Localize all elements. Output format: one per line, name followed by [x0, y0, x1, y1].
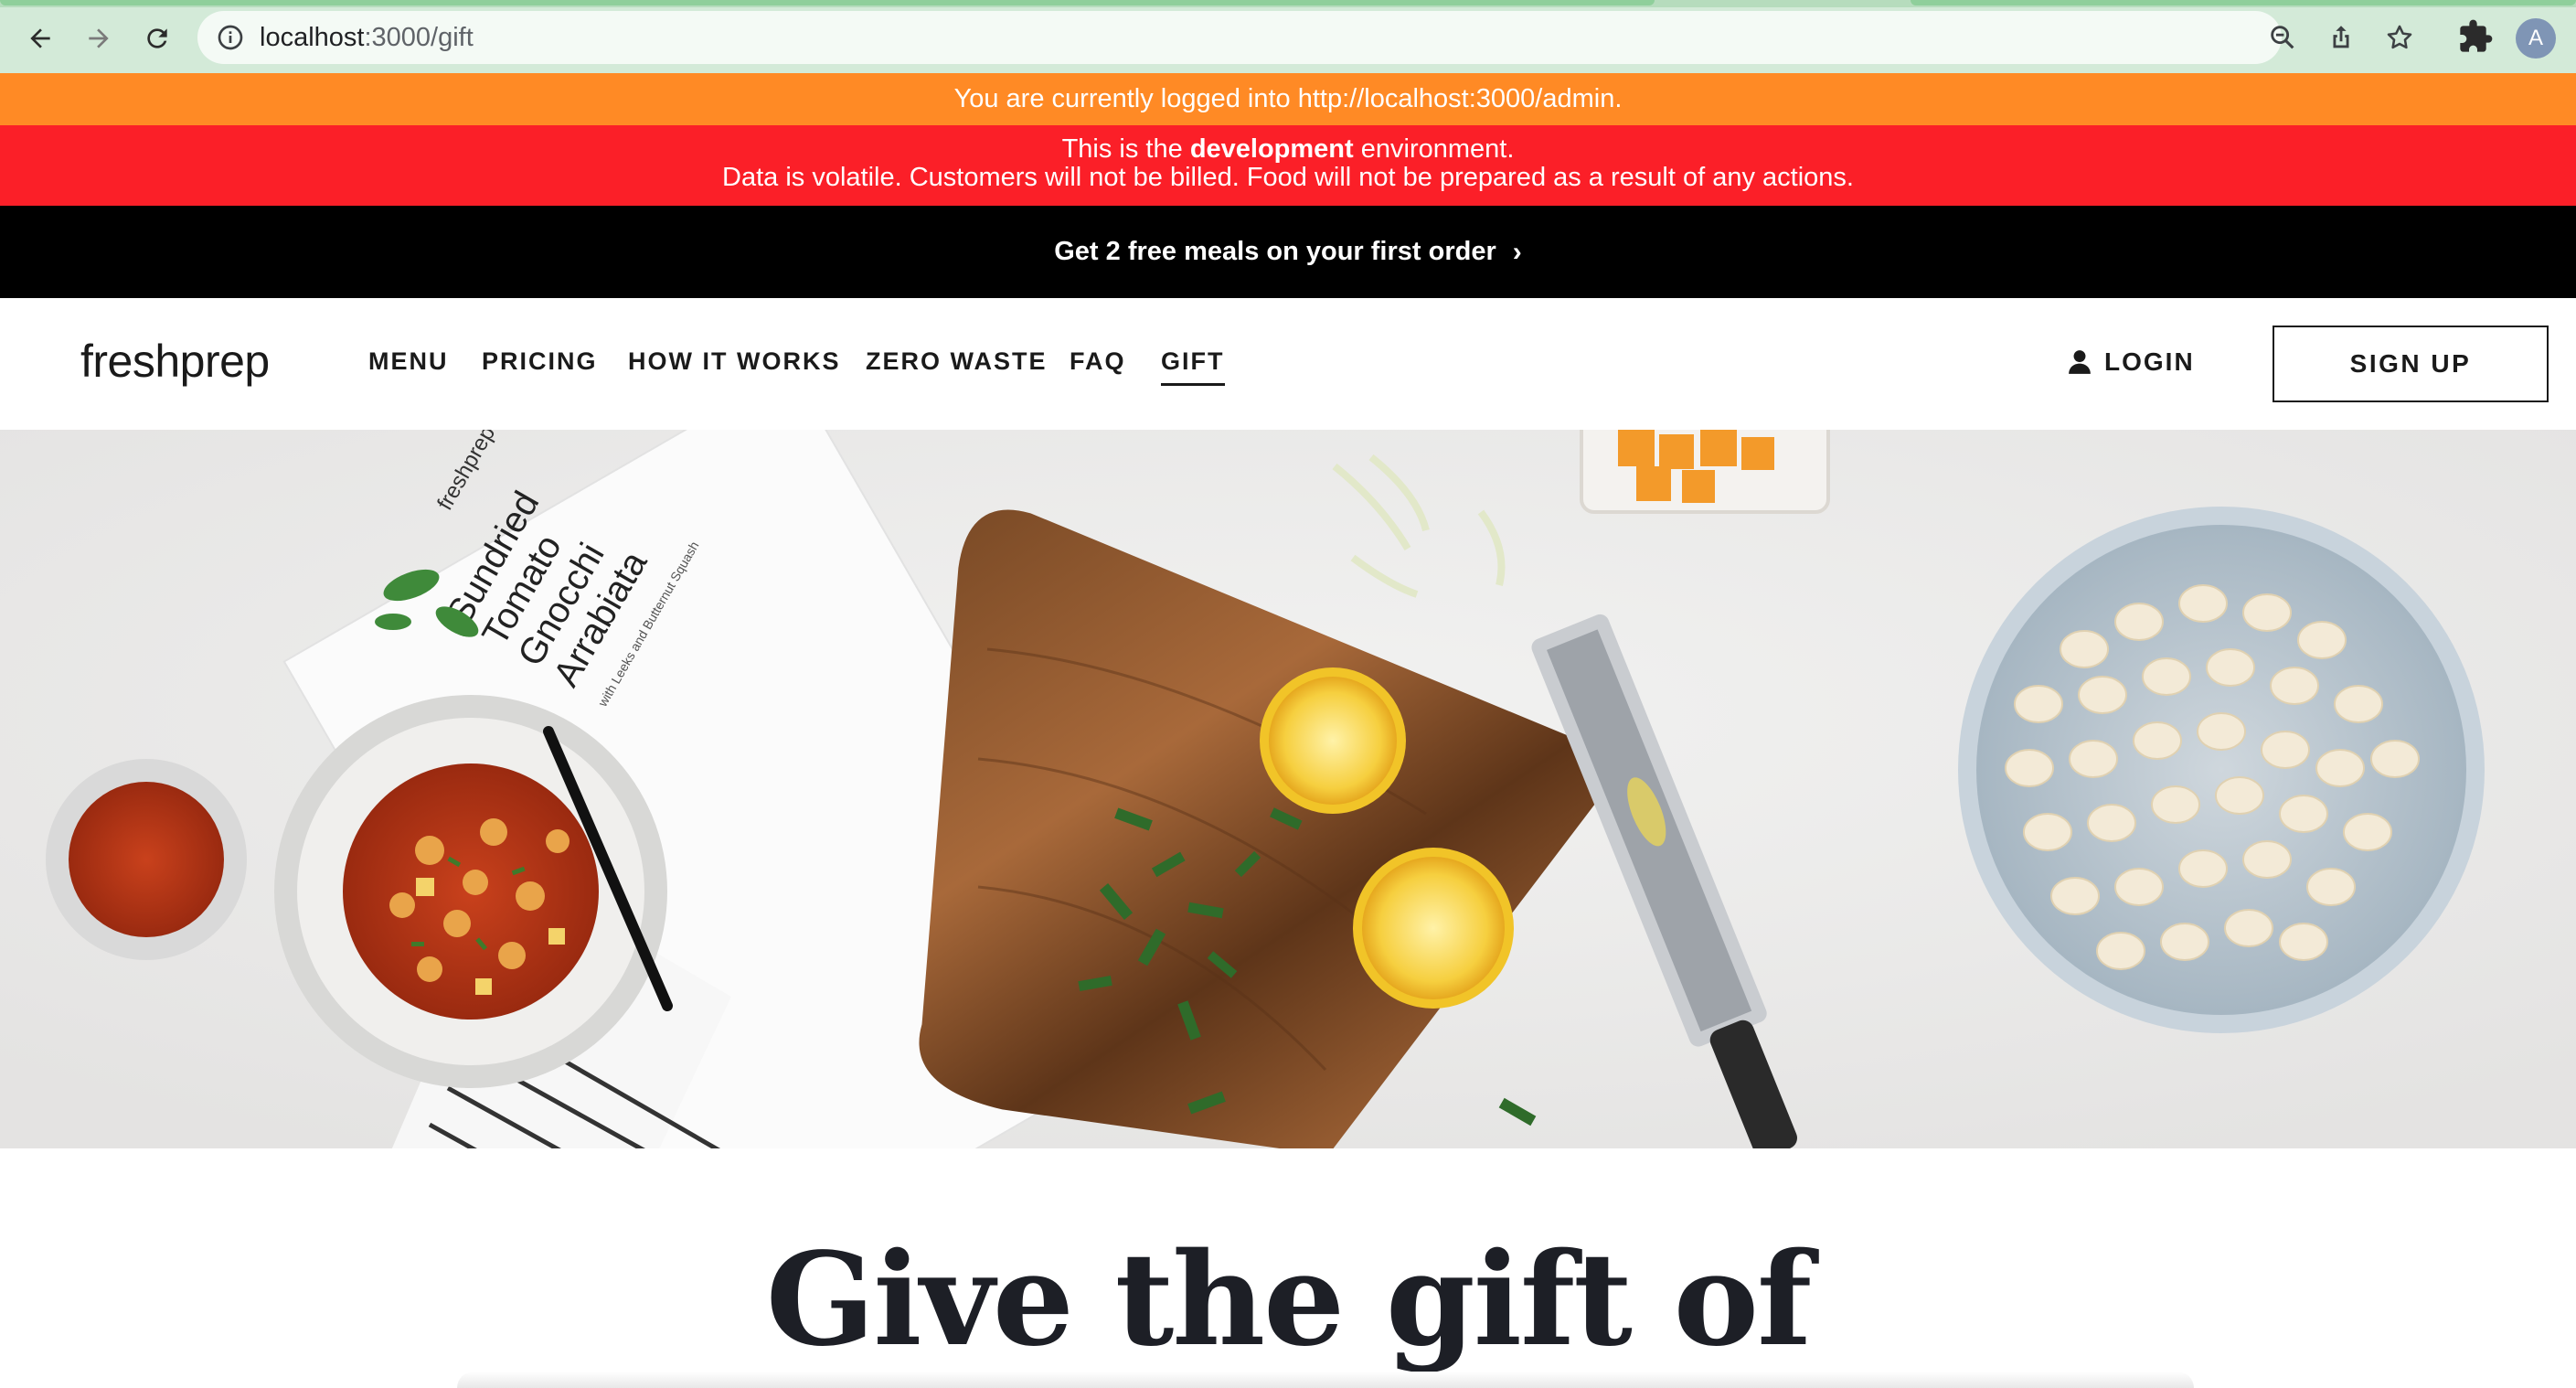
sign-up-button[interactable]: SIGN UP — [2273, 326, 2549, 402]
address-bar[interactable]: localhost:3000/gift — [197, 11, 2412, 64]
nav-faq[interactable]: FAQ — [1070, 347, 1126, 376]
environment-name: development — [1189, 134, 1354, 164]
profile-avatar[interactable]: A — [2516, 18, 2556, 59]
reload-icon — [147, 28, 167, 48]
nav-pricing[interactable]: PRICING — [482, 347, 598, 376]
tab-indicator — [0, 0, 1655, 5]
hero-image: freshprep Sundried Tomato Gnocchi Arrabi… — [0, 430, 2576, 1148]
tab-strip — [0, 0, 2576, 7]
nav-zero-waste[interactable]: ZERO WASTE — [866, 347, 1048, 376]
extensions-icon[interactable] — [2457, 18, 2494, 55]
url-text[interactable]: localhost:3000/gift — [260, 23, 474, 52]
squash-container — [1580, 430, 1830, 514]
back-button[interactable] — [18, 16, 62, 60]
url-path: :3000/gift — [364, 23, 474, 52]
browser-toolbar: localhost:3000/gift A — [0, 0, 2576, 73]
site-header: freshprep MENU PRICING HOW IT WORKS ZERO… — [0, 298, 2576, 430]
url-host: localhost — [260, 23, 365, 52]
gnocchi-arrabiata-bowl — [274, 695, 673, 1088]
forward-button[interactable] — [77, 16, 121, 60]
environment-warning: Data is volatile. Customers will not be … — [722, 163, 1854, 192]
tab-indicator — [1911, 0, 2576, 5]
content-card-edge — [457, 1372, 2194, 1388]
page-headline: Give the gift of — [765, 1225, 1812, 1375]
chevron-right-icon: › — [1512, 236, 1522, 267]
user-icon — [2069, 350, 2091, 374]
info-icon[interactable] — [216, 23, 245, 52]
login-label: LOGIN — [2104, 347, 2195, 376]
promo-banner[interactable]: Get 2 free meals on your first order › — [0, 206, 2576, 298]
nav-gift[interactable]: GIFT — [1161, 347, 1225, 386]
environment-prefix: This is the — [1061, 134, 1190, 164]
arrow-right-icon — [89, 28, 109, 48]
nav-menu[interactable]: MENU — [368, 347, 449, 376]
share-icon[interactable] — [2326, 22, 2357, 53]
star-icon[interactable] — [2384, 22, 2415, 53]
environment-suffix: environment. — [1353, 134, 1515, 164]
side-bowl — [46, 759, 247, 960]
arrow-left-icon — [30, 28, 50, 48]
gnocchi-bowl — [1958, 507, 2485, 1033]
login-notice-banner: You are currently logged into http://loc… — [0, 73, 2576, 125]
promo-text: Get 2 free meals on your first order — [1054, 237, 1496, 266]
nav-how-it-works[interactable]: HOW IT WORKS — [628, 347, 840, 376]
reload-button[interactable] — [135, 16, 179, 60]
login-link[interactable]: LOGIN — [2068, 347, 2195, 377]
environment-banner: This is the development environment. Dat… — [0, 125, 2576, 206]
environment-line: This is the development environment. — [0, 135, 2576, 164]
hero-illustration: freshprep Sundried Tomato Gnocchi Arrabi… — [0, 430, 2576, 1148]
zoom-icon[interactable] — [2267, 22, 2298, 53]
login-notice-text: You are currently logged into http://loc… — [953, 84, 1623, 113]
freshprep-logo[interactable]: freshprep — [80, 335, 270, 388]
